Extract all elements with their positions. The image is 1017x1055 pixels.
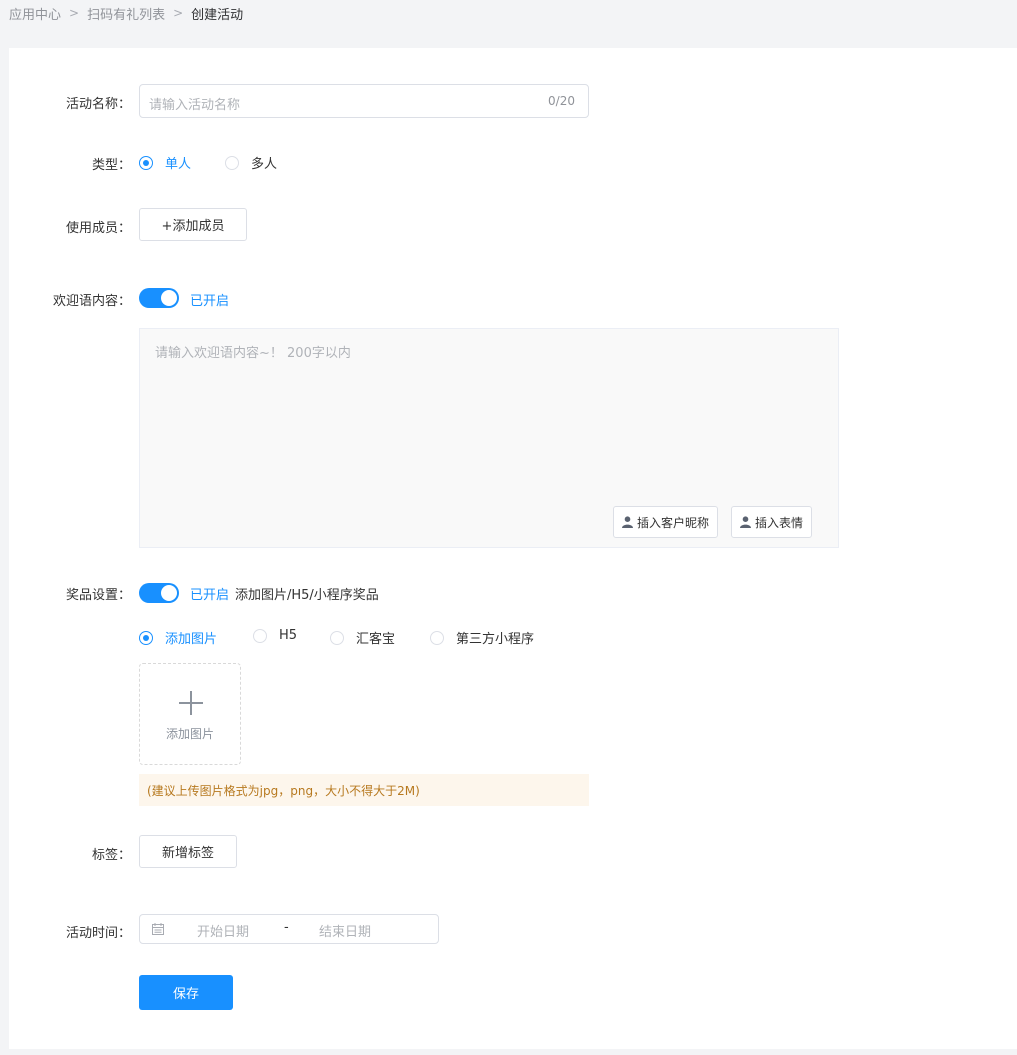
insert-emoji-text: 插入表情 (755, 515, 804, 530)
breadcrumb-scan-gift-list[interactable]: 扫码有礼列表 (87, 4, 165, 23)
save-button[interactable]: 保存 (139, 975, 233, 1010)
char-counter: 0/20 (548, 94, 575, 108)
radio-checked-icon (139, 630, 153, 645)
add-tag-button[interactable]: 新增标签 (139, 835, 237, 868)
chevron-right-icon: > (69, 6, 80, 20)
radio-unchecked-icon (225, 155, 239, 170)
prize-description: 添加图片/H5/小程序奖品 (235, 588, 379, 603)
insert-emoji-button[interactable]: 插入表情 (731, 506, 813, 538)
activity-name-placeholder: 请输入活动名称 (149, 98, 241, 113)
prize-h5-text: H5 (279, 628, 298, 643)
upload-hint: (建议上传图片格式为jpg，png，大小不得大于2M) (139, 774, 589, 806)
date-separator: - (284, 920, 289, 935)
image-upload-box[interactable]: 添加图片 (139, 663, 241, 765)
activity-name-label: 活动名称： (65, 97, 131, 112)
radio-unchecked-icon (430, 630, 444, 645)
date-range-picker[interactable]: 开始日期 - 结束日期 (139, 914, 439, 944)
prize-switch[interactable] (139, 583, 179, 603)
add-member-button[interactable]: +添加成员 (139, 208, 247, 241)
welcome-textarea[interactable]: 请输入欢迎语内容~！ 200字以内 插入客户昵称 插入表情 (139, 328, 839, 548)
tags-label: 标签： (91, 848, 131, 863)
prize-radio-miniprogram[interactable]: 第三方小程序 (430, 628, 534, 647)
calendar-icon (152, 923, 164, 935)
form-card: 活动名称： 请输入活动名称 0/20 类型： 单人 多人 使用成员： +添加成员… (9, 48, 1017, 1049)
prize-radio-huikebao[interactable]: 汇客宝 (330, 628, 395, 647)
activity-name-input[interactable]: 请输入活动名称 0/20 (139, 84, 589, 118)
insert-nickname-text: 插入客户昵称 (637, 515, 710, 530)
prize-switch-text: 已开启 (190, 588, 230, 603)
radio-checked-icon (139, 155, 153, 170)
type-radio-single[interactable]: 单人 (139, 153, 191, 172)
user-icon (740, 516, 751, 528)
type-radio-multi[interactable]: 多人 (225, 153, 277, 172)
plus-icon (179, 691, 203, 715)
upload-text: 添加图片 (165, 727, 214, 741)
members-label: 使用成员： (65, 221, 131, 236)
welcome-switch-text: 已开启 (190, 294, 230, 309)
type-label: 类型： (91, 158, 131, 173)
prize-radio-image[interactable]: 添加图片 (139, 628, 217, 647)
radio-unchecked-icon (330, 630, 344, 645)
end-date-input[interactable]: 结束日期 (319, 921, 371, 940)
welcome-placeholder: 请输入欢迎语内容~！ 200字以内 (155, 346, 351, 361)
breadcrumb-create-activity: 创建活动 (191, 7, 244, 23)
breadcrumb: 应用中心 > 扫码有礼列表 > 创建活动 (9, 4, 244, 23)
prize-image-text: 添加图片 (165, 632, 218, 647)
user-icon (622, 516, 633, 528)
prize-miniprogram-text: 第三方小程序 (456, 632, 535, 647)
chevron-right-icon: > (173, 6, 184, 20)
radio-unchecked-icon (253, 628, 267, 643)
welcome-label: 欢迎语内容： (52, 294, 131, 309)
prize-huikebao-text: 汇客宝 (356, 632, 396, 647)
prize-radio-h5[interactable]: H5 (253, 628, 297, 643)
type-single-text: 单人 (165, 157, 192, 172)
activity-time-label: 活动时间： (65, 926, 131, 941)
prize-label: 奖品设置： (65, 588, 131, 603)
breadcrumb-app-center[interactable]: 应用中心 (9, 4, 61, 23)
start-date-input[interactable]: 开始日期 (197, 921, 249, 940)
welcome-switch[interactable] (139, 288, 179, 308)
type-multi-text: 多人 (251, 157, 278, 172)
insert-nickname-button[interactable]: 插入客户昵称 (613, 506, 719, 538)
